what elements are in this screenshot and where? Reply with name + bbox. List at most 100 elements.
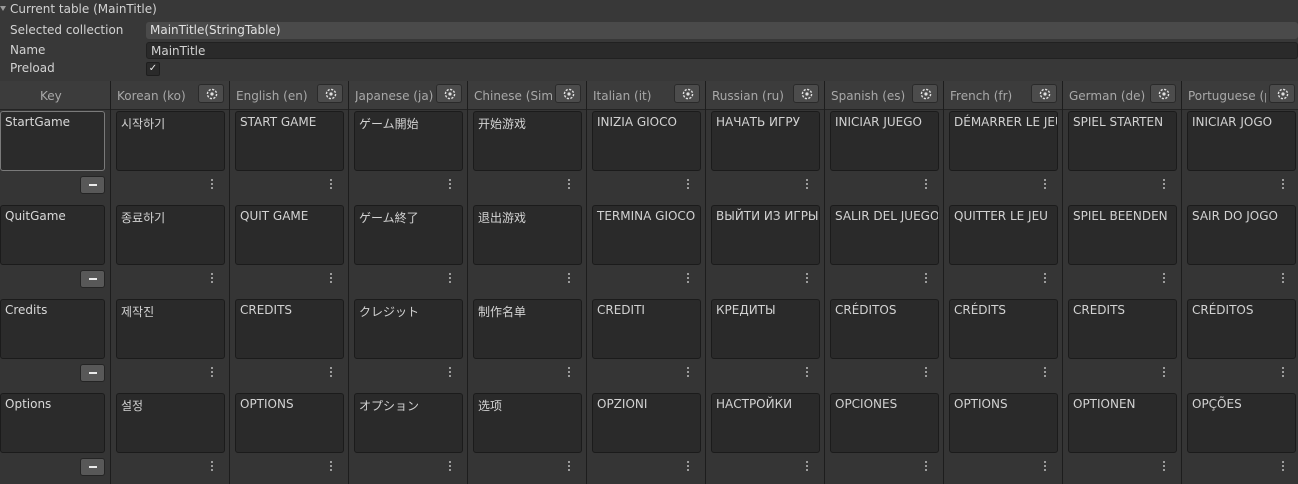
more-options-icon[interactable] — [567, 460, 571, 472]
translation-field[interactable]: 选项 — [473, 393, 582, 453]
locale-settings-button[interactable] — [1031, 84, 1057, 103]
more-options-icon[interactable] — [1043, 460, 1047, 472]
remove-entry-button[interactable] — [80, 458, 105, 476]
more-options-icon[interactable] — [210, 366, 214, 378]
more-options-icon[interactable] — [448, 272, 452, 284]
more-options-icon[interactable] — [210, 178, 214, 190]
more-options-icon[interactable] — [805, 366, 809, 378]
translation-field[interactable]: OPÇÕES — [1187, 393, 1296, 453]
key-field[interactable]: Credits — [0, 299, 105, 359]
translation-field[interactable]: 종료하기 — [116, 205, 225, 265]
more-options-icon[interactable] — [329, 460, 333, 472]
more-options-icon[interactable] — [1162, 272, 1166, 284]
more-options-icon[interactable] — [1162, 460, 1166, 472]
locale-settings-button[interactable] — [793, 84, 819, 103]
more-options-icon[interactable] — [567, 366, 571, 378]
more-options-icon[interactable] — [1281, 460, 1285, 472]
translation-field[interactable]: OPCIONES — [830, 393, 939, 453]
more-options-icon[interactable] — [1043, 178, 1047, 190]
more-options-icon[interactable] — [448, 366, 452, 378]
more-options-icon[interactable] — [924, 178, 928, 190]
remove-entry-button[interactable] — [80, 176, 105, 194]
more-options-icon[interactable] — [805, 178, 809, 190]
translation-field[interactable]: OPTIONS — [235, 393, 344, 453]
more-options-icon[interactable] — [567, 178, 571, 190]
current-table-foldout[interactable]: Current table (MainTitle) — [0, 0, 1298, 19]
preload-checkbox[interactable]: ✓ — [146, 62, 160, 76]
locale-settings-button[interactable] — [436, 84, 462, 103]
translation-field[interactable]: SALIR DEL JUEGO — [830, 205, 939, 265]
more-options-icon[interactable] — [686, 460, 690, 472]
locale-settings-button[interactable] — [912, 84, 938, 103]
translation-field[interactable]: CREDITS — [235, 299, 344, 359]
key-field[interactable]: Options — [0, 393, 105, 453]
translation-field[interactable]: OPZIONI — [592, 393, 701, 453]
translation-field[interactable]: SPIEL BEENDEN — [1068, 205, 1177, 265]
more-options-icon[interactable] — [805, 460, 809, 472]
translation-field[interactable]: DÉMARRER LE JEU — [949, 111, 1058, 171]
translation-field[interactable]: SPIEL STARTEN — [1068, 111, 1177, 171]
translation-field[interactable]: ВЫЙТИ ИЗ ИГРЫ — [711, 205, 820, 265]
translation-field[interactable]: КРЕДИТЫ — [711, 299, 820, 359]
locale-settings-button[interactable] — [1150, 84, 1176, 103]
more-options-icon[interactable] — [924, 460, 928, 472]
more-options-icon[interactable] — [924, 272, 928, 284]
more-options-icon[interactable] — [805, 272, 809, 284]
foldout-arrow-icon[interactable] — [0, 6, 6, 11]
translation-field[interactable]: 설정 — [116, 393, 225, 453]
translation-field[interactable]: 制作名单 — [473, 299, 582, 359]
translation-field[interactable]: QUITTER LE JEU — [949, 205, 1058, 265]
selected-collection-field[interactable]: MainTitle(StringTable) — [146, 22, 1298, 39]
locale-settings-button[interactable] — [555, 84, 581, 103]
translation-field[interactable]: CREDITI — [592, 299, 701, 359]
translation-field[interactable]: INICIAR JOGO — [1187, 111, 1296, 171]
translation-field[interactable]: 제작진 — [116, 299, 225, 359]
translation-field[interactable]: QUIT GAME — [235, 205, 344, 265]
key-field[interactable]: QuitGame — [0, 205, 105, 265]
more-options-icon[interactable] — [924, 366, 928, 378]
translation-field[interactable]: 开始游戏 — [473, 111, 582, 171]
more-options-icon[interactable] — [1162, 178, 1166, 190]
more-options-icon[interactable] — [1281, 366, 1285, 378]
translation-field[interactable]: НАСТРОЙКИ — [711, 393, 820, 453]
more-options-icon[interactable] — [1043, 272, 1047, 284]
translation-field[interactable]: INIZIA GIOCO — [592, 111, 701, 171]
more-options-icon[interactable] — [686, 272, 690, 284]
more-options-icon[interactable] — [329, 272, 333, 284]
locale-settings-button[interactable] — [317, 84, 343, 103]
more-options-icon[interactable] — [448, 178, 452, 190]
more-options-icon[interactable] — [210, 272, 214, 284]
more-options-icon[interactable] — [1281, 272, 1285, 284]
remove-entry-button[interactable] — [80, 364, 105, 382]
translation-field[interactable]: TERMINA GIOCO — [592, 205, 701, 265]
locale-settings-button[interactable] — [198, 84, 224, 103]
translation-field[interactable]: OPTIONEN — [1068, 393, 1177, 453]
translation-field[interactable]: OPTIONS — [949, 393, 1058, 453]
remove-entry-button[interactable] — [80, 270, 105, 288]
translation-field[interactable]: CREDITS — [1068, 299, 1177, 359]
more-options-icon[interactable] — [1162, 366, 1166, 378]
locale-settings-button[interactable] — [1269, 84, 1295, 103]
translation-field[interactable]: START GAME — [235, 111, 344, 171]
translation-field[interactable]: ゲーム開始 — [354, 111, 463, 171]
more-options-icon[interactable] — [1043, 366, 1047, 378]
name-field[interactable]: MainTitle — [146, 42, 1298, 59]
translation-field[interactable]: オプション — [354, 393, 463, 453]
more-options-icon[interactable] — [1281, 178, 1285, 190]
key-field[interactable]: StartGame — [0, 111, 105, 171]
more-options-icon[interactable] — [567, 272, 571, 284]
translation-field[interactable]: 시작하기 — [116, 111, 225, 171]
translation-field[interactable]: CRÉDITS — [949, 299, 1058, 359]
translation-field[interactable]: 退出游戏 — [473, 205, 582, 265]
more-options-icon[interactable] — [210, 460, 214, 472]
locale-settings-button[interactable] — [674, 84, 700, 103]
more-options-icon[interactable] — [329, 366, 333, 378]
translation-field[interactable]: INICIAR JUEGO — [830, 111, 939, 171]
translation-field[interactable]: ゲーム終了 — [354, 205, 463, 265]
translation-field[interactable]: CRÉDITOS — [1187, 299, 1296, 359]
more-options-icon[interactable] — [448, 460, 452, 472]
translation-field[interactable]: クレジット — [354, 299, 463, 359]
translation-field[interactable]: НАЧАТЬ ИГРУ — [711, 111, 820, 171]
translation-field[interactable]: CRÉDITOS — [830, 299, 939, 359]
translation-field[interactable]: SAIR DO JOGO — [1187, 205, 1296, 265]
